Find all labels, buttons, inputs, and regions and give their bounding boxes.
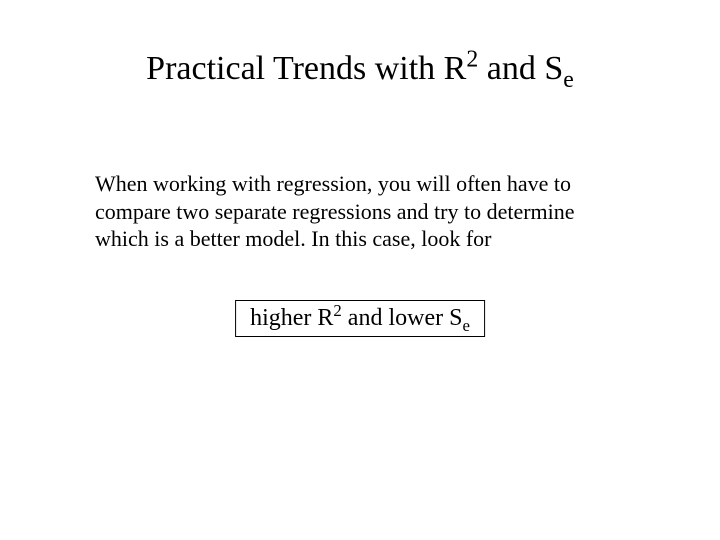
boxed-text-pre: higher R bbox=[250, 305, 333, 331]
title-text-pre: Practical Trends with R bbox=[146, 50, 466, 87]
boxed-superscript: 2 bbox=[333, 301, 341, 320]
slide-body-text: When working with regression, you will o… bbox=[95, 170, 615, 253]
slide-title: Practical Trends with R2 and Se bbox=[0, 50, 720, 88]
title-text-mid: and S bbox=[478, 50, 563, 87]
title-subscript: e bbox=[563, 67, 574, 93]
title-superscript: 2 bbox=[466, 47, 478, 73]
boxed-text-mid: and lower S bbox=[342, 305, 463, 331]
boxed-callout: higher R2 and lower Se bbox=[235, 300, 485, 337]
boxed-subscript: e bbox=[462, 316, 469, 335]
